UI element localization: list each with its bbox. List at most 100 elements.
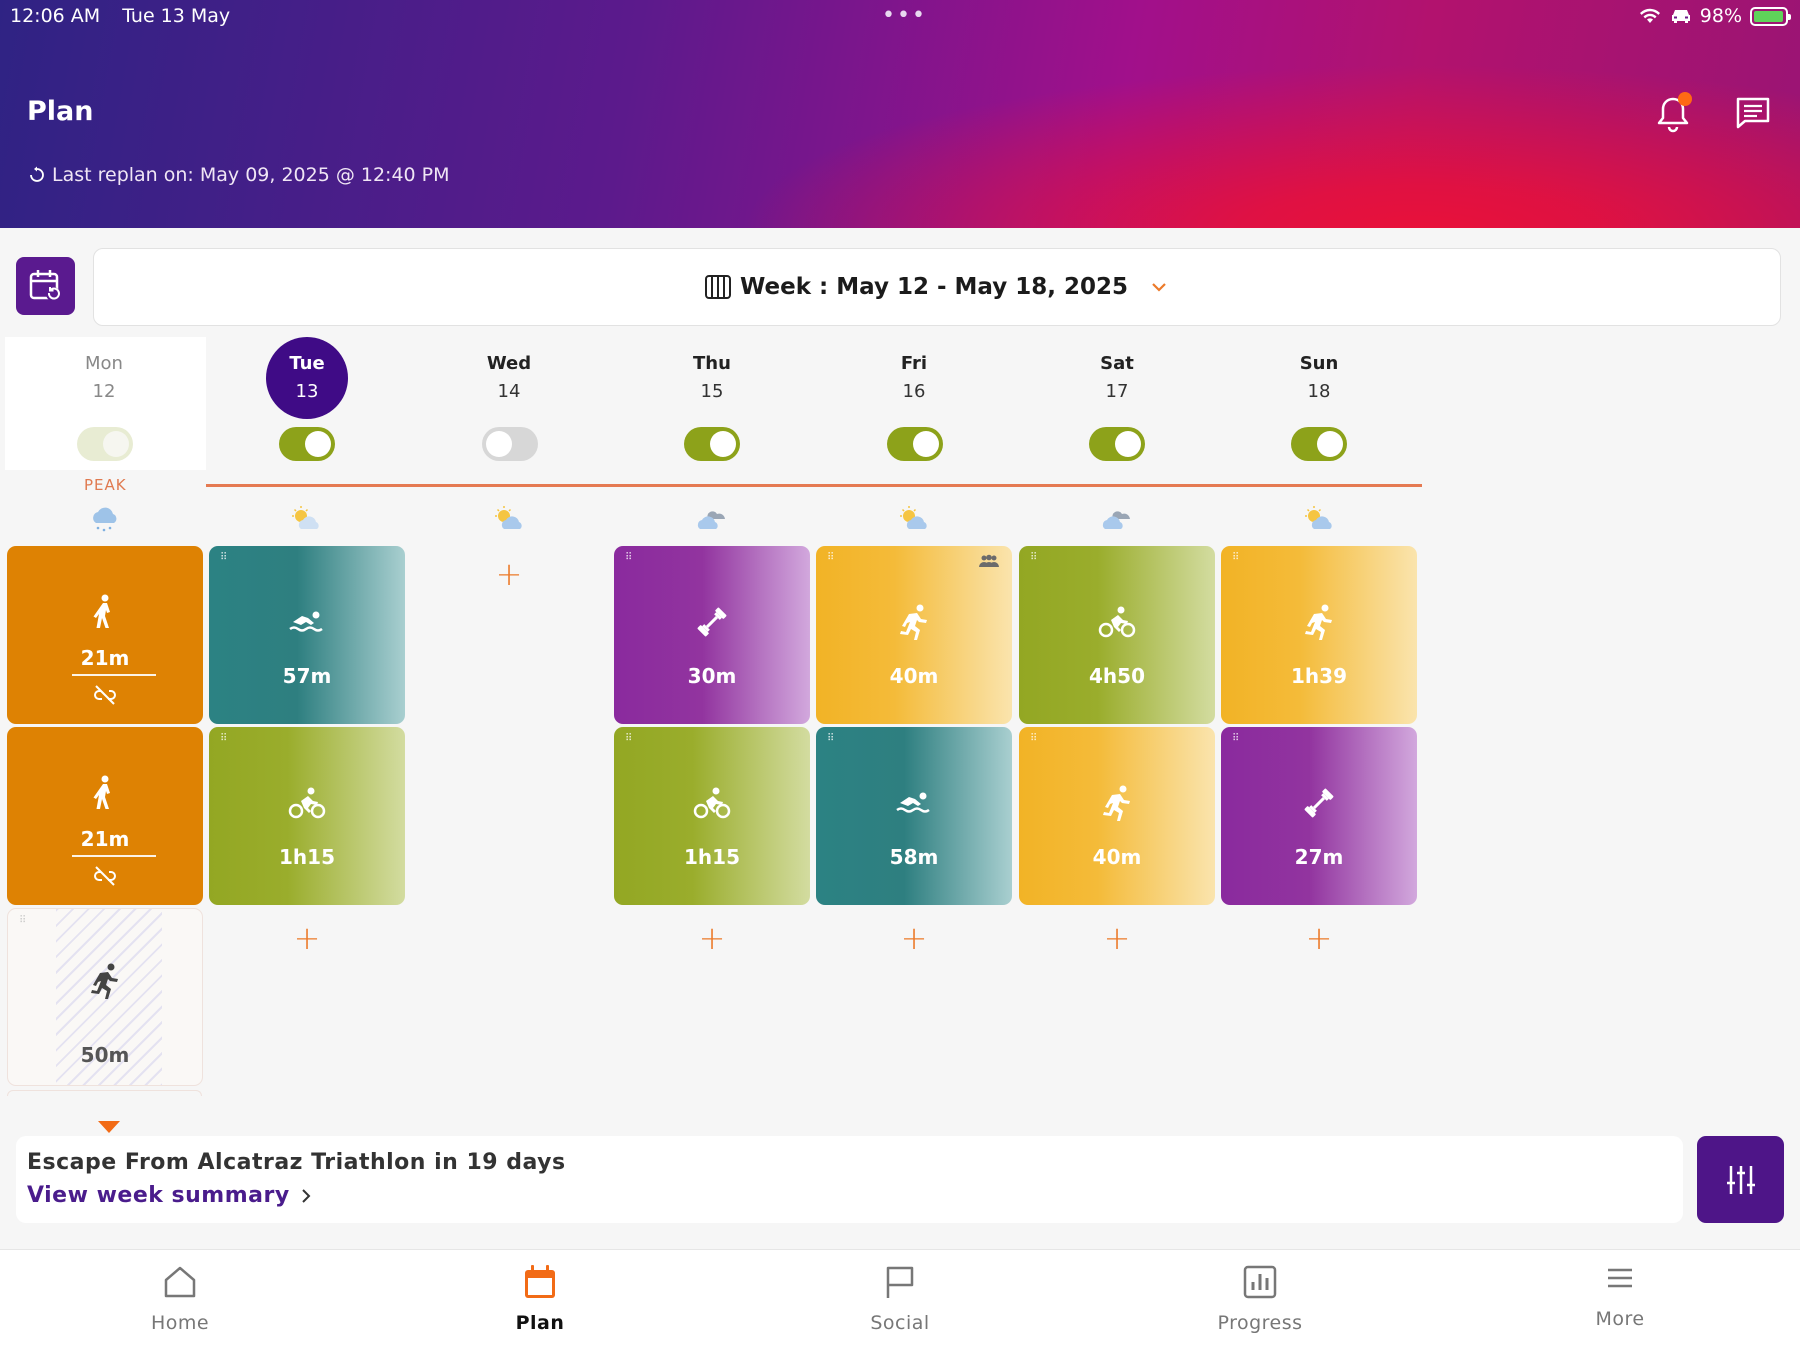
header-banner: 12:06 AM Tue 13 May ••• 98% Plan Last re… xyxy=(0,0,1800,228)
day-toggle-tue[interactable] xyxy=(279,427,335,461)
day-name: Sat xyxy=(1100,353,1134,374)
replan-text: Last replan on: May 09, 2025 @ 12:40 PM xyxy=(52,164,450,186)
tab-more[interactable]: More xyxy=(1540,1258,1700,1330)
home-icon xyxy=(164,1266,196,1298)
tab-plan[interactable]: Plan xyxy=(460,1262,620,1334)
workout-duration: 27m xyxy=(1294,845,1344,869)
run-icon xyxy=(900,604,927,640)
flag-icon xyxy=(886,1266,914,1298)
partly-sunny-icon xyxy=(1305,506,1332,529)
tab-label: Progress xyxy=(1217,1312,1303,1334)
cloudy-icon xyxy=(697,511,725,529)
status-bar-right: 98% xyxy=(1638,5,1791,27)
day-name: Fri xyxy=(900,353,928,374)
workout-duration: 40m xyxy=(1092,845,1142,869)
workout-duration: 30m xyxy=(687,664,737,688)
day-name: Wed xyxy=(486,353,532,374)
tab-home[interactable]: Home xyxy=(100,1262,260,1334)
refresh-icon xyxy=(30,166,44,182)
workout-card-bike[interactable]: ⠿ 1h15 xyxy=(614,727,810,905)
day-number: 17 xyxy=(1105,381,1129,402)
workout-card-run[interactable]: ⠿ 1h39 xyxy=(1221,546,1417,724)
peak-phase-label: PEAK xyxy=(84,476,127,494)
workout-card-swim[interactable]: ⠿ 58m xyxy=(816,727,1012,905)
workout-duration: 58m xyxy=(889,845,939,869)
page-title: Plan xyxy=(27,96,94,127)
day-name: Sun xyxy=(1299,353,1339,374)
tab-label: More xyxy=(1595,1308,1645,1330)
workout-card-swim[interactable]: ⠿ 57m xyxy=(209,546,405,724)
day-toggle-fri[interactable] xyxy=(887,427,943,461)
calendar-reset-button[interactable] xyxy=(16,257,75,315)
day-number: 12 xyxy=(92,381,116,402)
workout-card-walk[interactable]: 21m xyxy=(7,727,203,905)
day-number: 13 xyxy=(295,381,319,402)
workout-card-bike[interactable]: ⠿ 4h50 xyxy=(1019,546,1215,724)
bottom-tab-bar: Home Plan Social Progress More xyxy=(0,1249,1800,1350)
chat-icon[interactable] xyxy=(1735,96,1771,130)
tab-social[interactable]: Social xyxy=(820,1262,980,1334)
menu-icon xyxy=(1608,1268,1632,1288)
car-icon xyxy=(1671,10,1690,23)
tab-label: Plan xyxy=(515,1312,565,1334)
wifi-icon xyxy=(1639,8,1660,23)
workout-duration: 21m xyxy=(80,646,130,670)
workout-duration: 1h15 xyxy=(684,845,740,869)
workout-card-run[interactable]: ⠿ 40m xyxy=(1019,727,1215,905)
add-workout-button[interactable]: + xyxy=(494,558,524,590)
week-label: Week : May 12 - May 18, 2025 xyxy=(740,274,1128,300)
cloudy-icon xyxy=(1102,511,1130,529)
day-toggle-sun[interactable] xyxy=(1291,427,1347,461)
walk-icon xyxy=(93,775,110,809)
bike-icon xyxy=(693,787,731,819)
day-toggle-sat[interactable] xyxy=(1089,427,1145,461)
view-week-summary-link[interactable]: View week summary xyxy=(27,1183,312,1208)
tab-label: Home xyxy=(150,1312,210,1334)
workout-card-run[interactable]: ⠿ 40m xyxy=(816,546,1012,724)
multitask-dots-icon[interactable]: ••• xyxy=(882,5,927,27)
workout-card-bike[interactable]: ⠿ 1h15 xyxy=(209,727,405,905)
unlink-icon xyxy=(94,685,116,705)
filter-settings-button[interactable] xyxy=(1697,1136,1784,1223)
day-toggle-thu[interactable] xyxy=(684,427,740,461)
day-number: 14 xyxy=(497,381,521,402)
day-number: 18 xyxy=(1307,381,1331,402)
workout-duration: 57m xyxy=(282,664,332,688)
status-date: Tue 13 May xyxy=(122,5,231,27)
day-toggle-mon[interactable] xyxy=(77,427,133,461)
day-name: Mon xyxy=(85,353,123,374)
battery-percent: 98% xyxy=(1699,5,1742,27)
partly-sunny-icon xyxy=(495,506,522,529)
today-indicator xyxy=(266,337,348,419)
workout-card-walk[interactable]: 21m xyxy=(7,546,203,724)
add-workout-button[interactable]: + xyxy=(1102,922,1132,954)
week-selector[interactable]: Week : May 12 - May 18, 2025 xyxy=(93,248,1781,326)
workout-card-run-skipped[interactable]: ⠿ 50m xyxy=(7,908,203,1086)
add-workout-button[interactable]: + xyxy=(1304,922,1334,954)
race-countdown: Escape From Alcatraz Triathlon in 19 day… xyxy=(27,1150,566,1175)
status-bar-left: 12:06 AM Tue 13 May xyxy=(10,5,230,27)
workout-duration: 4h50 xyxy=(1089,664,1145,688)
race-summary-card[interactable]: Escape From Alcatraz Triathlon in 19 day… xyxy=(16,1136,1683,1223)
run-icon xyxy=(1305,604,1332,640)
notification-badge xyxy=(1678,92,1692,106)
group-icon xyxy=(979,554,999,567)
chevron-right-icon xyxy=(301,1188,311,1203)
tab-progress[interactable]: Progress xyxy=(1180,1262,1340,1334)
expand-down-icon[interactable] xyxy=(98,1121,120,1133)
sliders-icon xyxy=(1726,1165,1755,1194)
run-icon xyxy=(91,963,118,999)
workout-duration: 1h39 xyxy=(1291,664,1347,688)
swim-icon xyxy=(289,611,323,632)
swim-icon xyxy=(896,792,930,813)
day-toggle-wed[interactable] xyxy=(482,427,538,461)
add-workout-button[interactable]: + xyxy=(697,922,727,954)
day-name: Thu xyxy=(693,353,731,374)
replan-info: Last replan on: May 09, 2025 @ 12:40 PM xyxy=(28,164,450,186)
add-workout-button[interactable]: + xyxy=(899,922,929,954)
bike-icon xyxy=(1098,606,1136,638)
add-workout-button[interactable]: + xyxy=(292,922,322,954)
dumbbell-icon xyxy=(1304,788,1334,818)
workout-card-strength[interactable]: ⠿ 30m xyxy=(614,546,810,724)
workout-card-strength[interactable]: ⠿ 27m xyxy=(1221,727,1417,905)
